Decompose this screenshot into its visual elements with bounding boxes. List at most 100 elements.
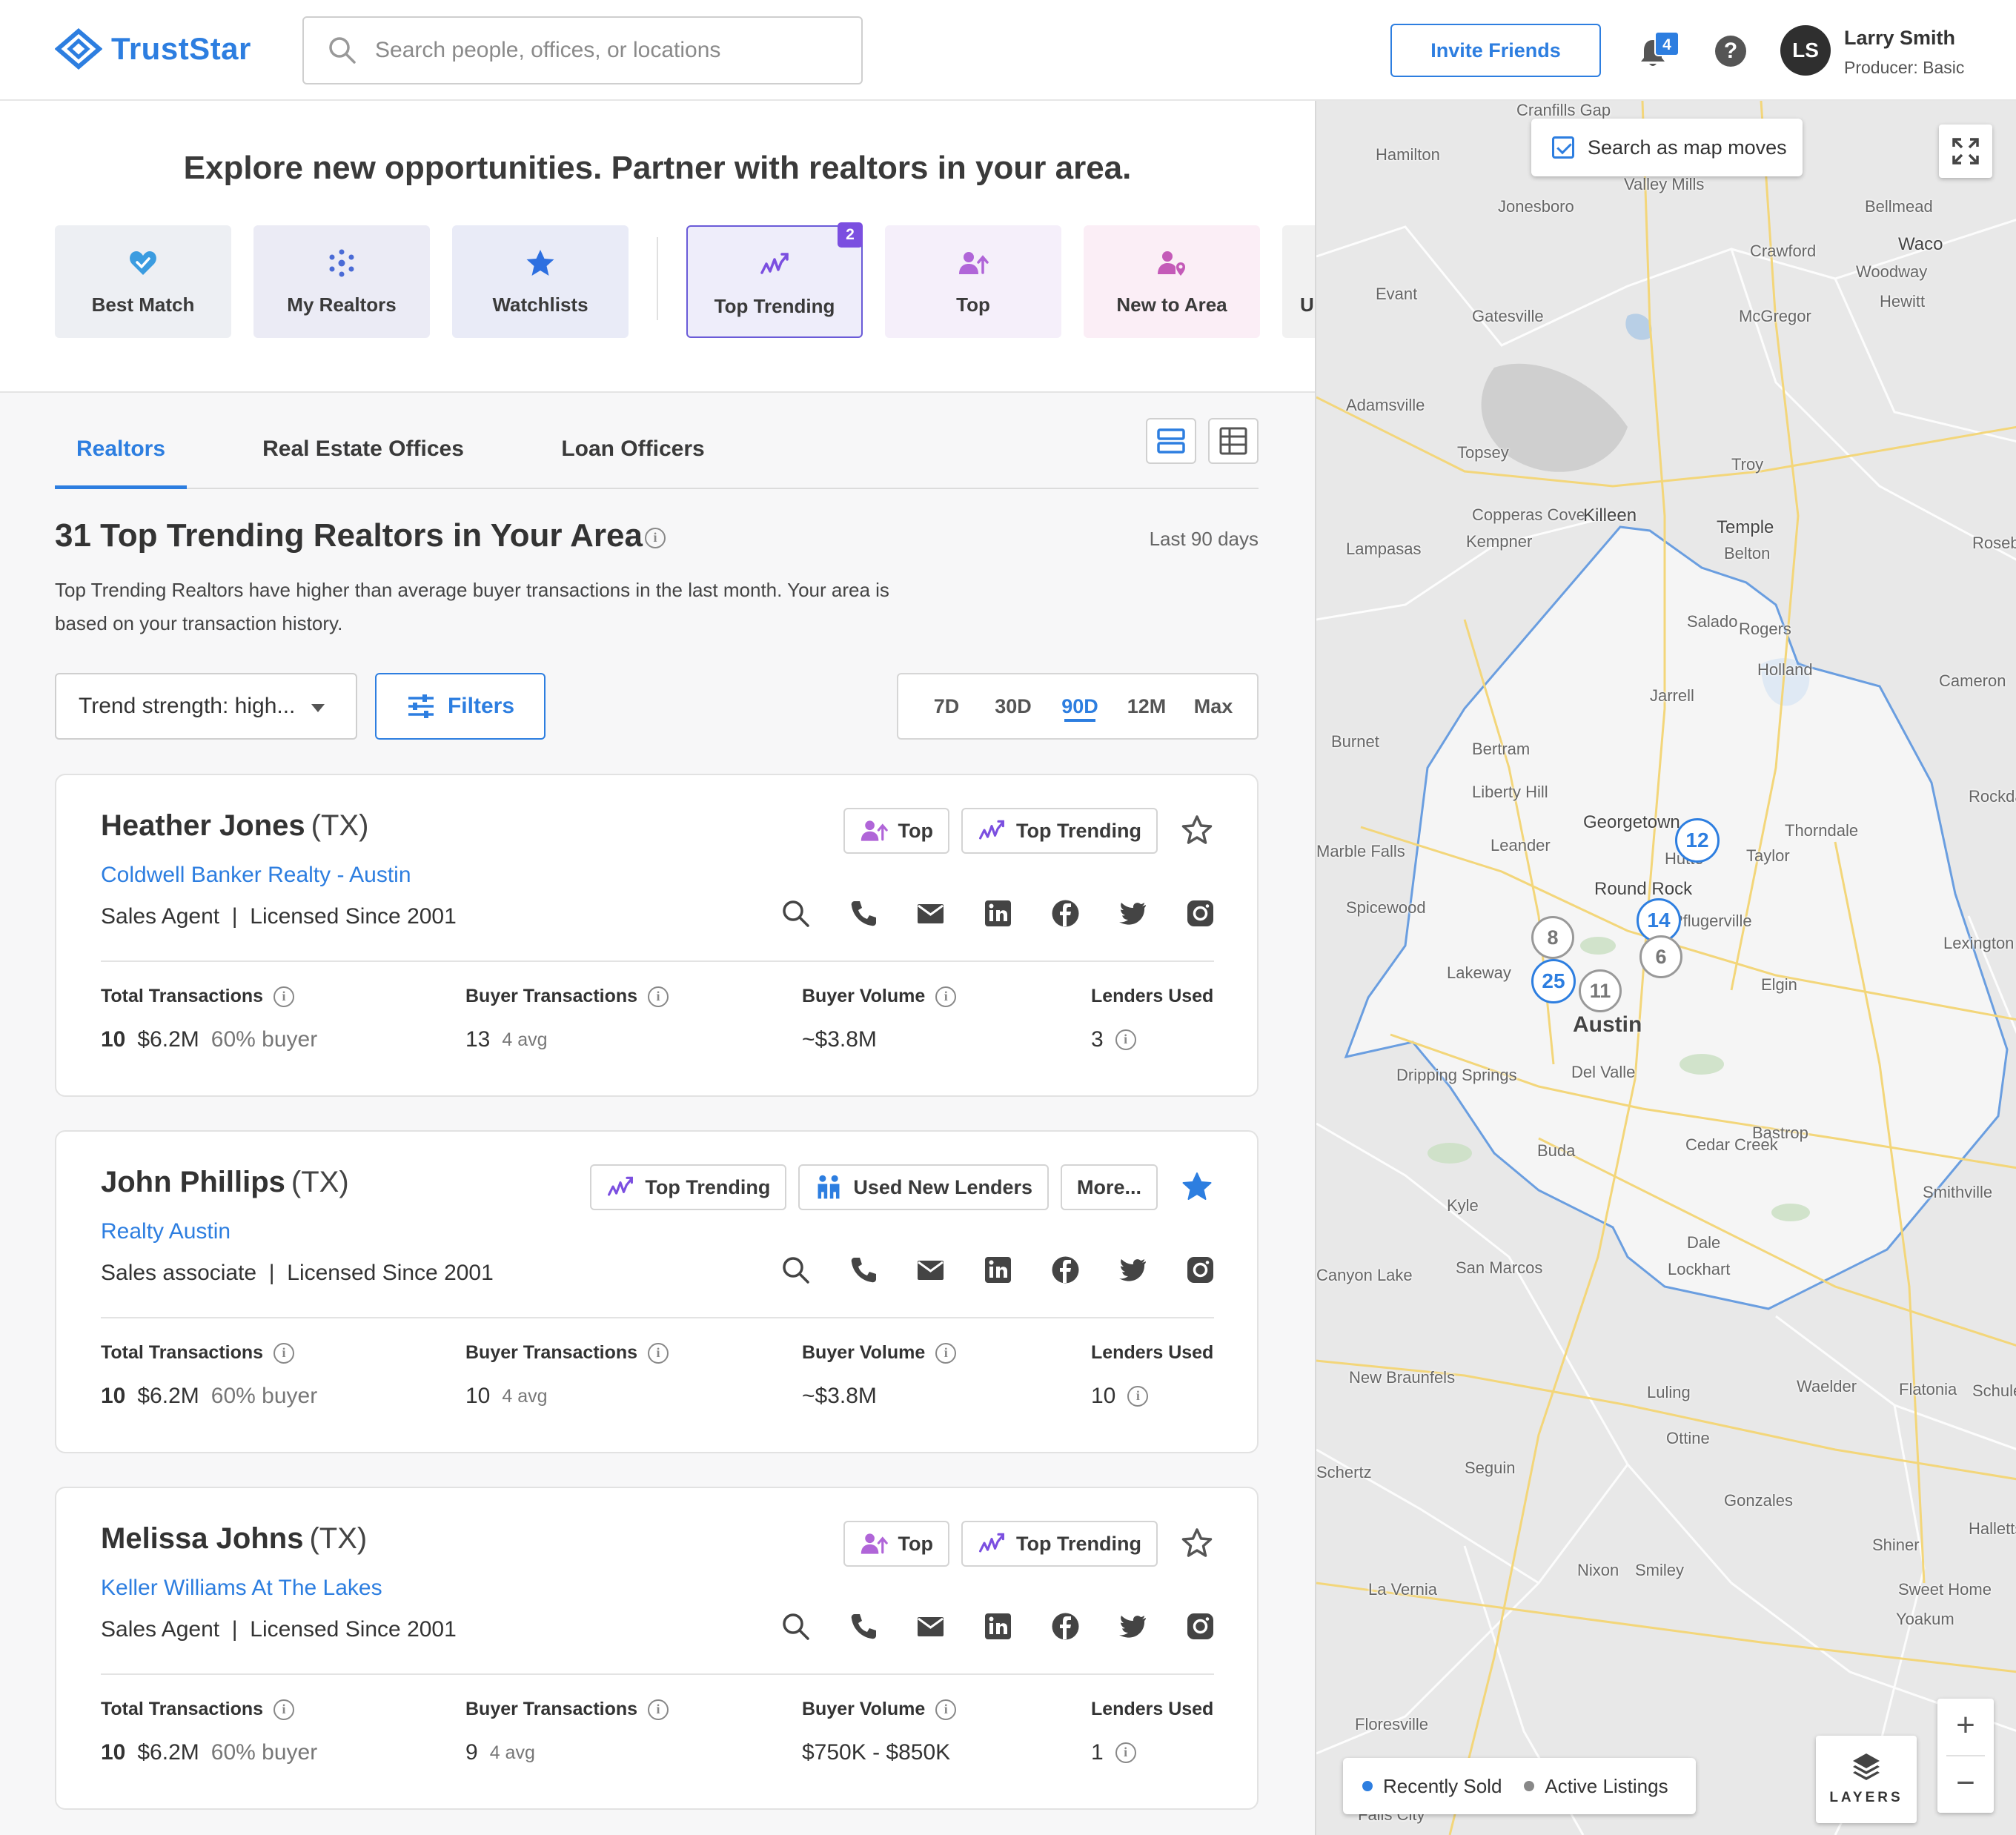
info-icon[interactable]: i: [273, 1699, 295, 1720]
list-view-button[interactable]: [1146, 418, 1196, 464]
period-30d[interactable]: 30D: [980, 674, 1047, 738]
map-place-label: Floresville: [1355, 1715, 1429, 1733]
realtor-name[interactable]: John Phillips (TX): [101, 1166, 349, 1199]
category-my-realtors[interactable]: My Realtors: [253, 225, 430, 338]
category-top[interactable]: Top: [885, 225, 1061, 338]
stat-label-lenders: Lenders Used: [1091, 986, 1214, 1006]
linkedin-icon[interactable]: [983, 898, 1013, 929]
info-icon[interactable]: i: [645, 528, 666, 548]
tag-used-new-lenders[interactable]: Used New Lenders: [798, 1164, 1049, 1210]
grid-view-button[interactable]: [1208, 418, 1259, 464]
info-icon[interactable]: i: [1115, 1742, 1136, 1763]
invite-friends-button[interactable]: Invite Friends: [1390, 24, 1601, 77]
info-icon[interactable]: i: [273, 1342, 295, 1364]
category-label: Watchlists: [492, 293, 588, 316]
map-cluster-marker[interactable]: 25: [1531, 959, 1576, 1003]
truststar-logo[interactable]: TrustStar: [55, 28, 251, 70]
checkbox-checked-icon[interactable]: [1552, 136, 1574, 159]
twitter-icon[interactable]: [1118, 898, 1148, 929]
user-name[interactable]: Larry Smith: [1844, 27, 1955, 50]
info-icon[interactable]: i: [935, 1699, 957, 1720]
instagram-icon[interactable]: [1185, 1611, 1216, 1642]
realtor-name[interactable]: Heather Jones (TX): [101, 809, 368, 843]
facebook-icon[interactable]: [1050, 898, 1081, 929]
tag-top-trending[interactable]: Top Trending: [961, 1521, 1158, 1567]
layers-button[interactable]: LAYERS: [1816, 1736, 1917, 1823]
category-watchlists[interactable]: Watchlists: [452, 225, 629, 338]
period-90d[interactable]: 90D: [1047, 674, 1113, 738]
instagram-icon[interactable]: [1185, 898, 1216, 929]
fullscreen-button[interactable]: [1939, 125, 1992, 178]
tag-top[interactable]: Top: [843, 808, 950, 854]
tag-more[interactable]: More...: [1060, 1164, 1158, 1210]
linkedin-icon[interactable]: [983, 1255, 1013, 1285]
period-max[interactable]: Max: [1180, 674, 1247, 738]
search-icon[interactable]: [780, 1611, 811, 1642]
global-search[interactable]: [302, 16, 863, 84]
zoom-out-button[interactable]: −: [1937, 1756, 1994, 1813]
email-icon[interactable]: [915, 1255, 946, 1285]
facebook-icon[interactable]: [1050, 1255, 1081, 1285]
tab-real-estate-offices[interactable]: Real Estate Offices: [255, 422, 471, 489]
category-partial[interactable]: Ur: [1282, 225, 1315, 338]
realtor-card[interactable]: Melissa Johns (TX) Keller Williams At The…: [55, 1487, 1259, 1810]
instagram-icon[interactable]: [1185, 1255, 1216, 1285]
tag-top-trending[interactable]: Top Trending: [961, 808, 1158, 854]
realtor-name[interactable]: Melissa Johns (TX): [101, 1522, 367, 1556]
realtor-office-link[interactable]: Realty Austin: [101, 1219, 231, 1244]
map-place-label: Rogers: [1739, 620, 1791, 638]
zoom-in-button[interactable]: +: [1937, 1699, 1994, 1755]
realtor-office-link[interactable]: Coldwell Banker Realty - Austin: [101, 863, 411, 888]
info-icon[interactable]: i: [935, 1342, 957, 1364]
map-cluster-marker[interactable]: 6: [1639, 935, 1682, 978]
watchlist-star-icon[interactable]: [1180, 814, 1214, 848]
category-new-to-area[interactable]: New to Area: [1084, 225, 1260, 338]
facebook-icon[interactable]: [1050, 1611, 1081, 1642]
map-cluster-marker[interactable]: 8: [1531, 916, 1574, 959]
search-input[interactable]: [375, 38, 820, 63]
map-cluster-marker[interactable]: 11: [1579, 969, 1622, 1012]
tab-realtors[interactable]: Realtors: [55, 422, 187, 489]
info-icon[interactable]: i: [1127, 1386, 1149, 1407]
twitter-icon[interactable]: [1118, 1255, 1148, 1285]
legend-active-listings[interactable]: Active Listings: [1524, 1775, 1668, 1798]
watchlist-star-filled-icon[interactable]: [1180, 1170, 1214, 1204]
map-place-label: Taylor: [1746, 846, 1790, 865]
info-icon[interactable]: i: [273, 986, 295, 1007]
email-icon[interactable]: [915, 1611, 946, 1642]
phone-icon[interactable]: [848, 1255, 878, 1285]
period-7d[interactable]: 7D: [913, 674, 980, 738]
user-avatar[interactable]: LS: [1780, 25, 1831, 76]
filters-button[interactable]: Filters: [375, 673, 546, 740]
trend-strength-value: Trend strength: high...: [79, 694, 296, 718]
tab-loan-officers[interactable]: Loan Officers: [553, 422, 713, 489]
twitter-icon[interactable]: [1118, 1611, 1148, 1642]
info-icon[interactable]: i: [648, 1699, 669, 1720]
stat-lenders: 3i: [1091, 1027, 1136, 1052]
tag-top[interactable]: Top: [843, 1521, 950, 1567]
realtor-office-link[interactable]: Keller Williams At The Lakes: [101, 1576, 382, 1601]
info-icon[interactable]: i: [935, 986, 957, 1007]
watchlist-star-icon[interactable]: [1180, 1527, 1214, 1561]
email-icon[interactable]: [915, 898, 946, 929]
map-cluster-marker[interactable]: 12: [1675, 818, 1720, 863]
phone-icon[interactable]: [848, 898, 878, 929]
help-icon[interactable]: ?: [1715, 36, 1746, 67]
realtor-card[interactable]: John Phillips (TX) Realty Austin Sales as…: [55, 1130, 1259, 1453]
trend-strength-select[interactable]: Trend strength: high...: [55, 673, 357, 740]
realtor-card[interactable]: Heather Jones (TX) Coldwell Banker Realty…: [55, 774, 1259, 1097]
info-icon[interactable]: i: [1115, 1029, 1136, 1050]
linkedin-icon[interactable]: [983, 1611, 1013, 1642]
map-panel[interactable]: Cranfills Gap Hamilton Jonesboro Valley Mil…: [1315, 101, 2016, 1835]
search-icon[interactable]: [780, 898, 811, 929]
legend-recently-sold[interactable]: Recently Sold: [1362, 1775, 1502, 1798]
info-icon[interactable]: i: [648, 986, 669, 1007]
phone-icon[interactable]: [848, 1611, 878, 1642]
search-as-map-moves-toggle[interactable]: Search as map moves: [1531, 119, 1803, 176]
period-12m[interactable]: 12M: [1113, 674, 1180, 738]
category-best-match[interactable]: Best Match: [55, 225, 231, 338]
info-icon[interactable]: i: [648, 1342, 669, 1364]
tag-top-trending[interactable]: Top Trending: [590, 1164, 787, 1210]
category-top-trending[interactable]: Top Trending 2: [686, 222, 863, 338]
search-icon[interactable]: [780, 1255, 811, 1285]
